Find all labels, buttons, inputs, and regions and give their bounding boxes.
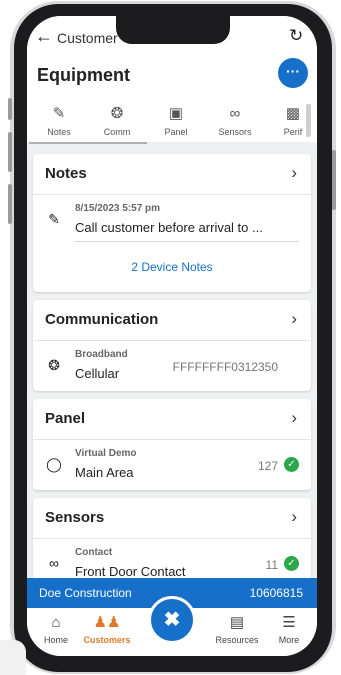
tab-comm[interactable]: ❂ Comm (89, 104, 145, 137)
panel-type: Virtual Demo (75, 448, 137, 459)
chevron-right-icon[interactable]: › (291, 309, 297, 329)
edit-icon: ✎ (48, 211, 60, 227)
sensor-type: Contact (75, 547, 113, 558)
back-arrow-icon[interactable]: ← (35, 26, 53, 47)
antenna-icon: ❂ (48, 357, 60, 373)
note-date: 8/15/2023 5:57 pm (75, 203, 161, 214)
sensor-value: 11 (265, 558, 278, 572)
divider (75, 241, 299, 242)
tab-indicator (29, 142, 147, 144)
tab-notes[interactable]: ✎ Notes (31, 104, 87, 137)
nav-customers[interactable]: ♟♟ Customers (77, 614, 137, 645)
tab-scrollbar[interactable] (306, 104, 311, 137)
shield-icon: ◯ (46, 456, 62, 472)
ellipsis-icon: ··· (286, 63, 300, 79)
people-icon: ♟♟ (93, 614, 121, 631)
tools-icon: ✖ (163, 609, 181, 631)
section-tabs: ✎ Notes ❂ Comm ▣ Panel ∞ Sensors ▩ Perif (27, 104, 317, 144)
tab-label: Sensors (218, 127, 252, 137)
app-screen: ← Customer ↻ Equipment ··· ✎ Notes ❂ Com… (27, 16, 317, 656)
note-text: Call customer before arrival to ... (75, 220, 263, 235)
notes-title: Notes (45, 165, 87, 182)
tab-label: Panel (164, 127, 188, 137)
sensors-title: Sensors (45, 509, 105, 526)
check-circle-icon: ✓ (284, 457, 299, 472)
nav-resources[interactable]: ▤ Resources (207, 614, 267, 645)
customer-name: Doe Construction (39, 586, 132, 600)
chevron-right-icon[interactable]: › (291, 163, 297, 183)
communication-header[interactable]: Communication › (33, 300, 311, 341)
back-label[interactable]: Customer (57, 30, 118, 46)
panel-item[interactable]: ◯ Virtual Demo Main Area 127 ✓ (33, 440, 311, 492)
power-button (332, 150, 336, 210)
nav-label: Customers (83, 635, 131, 645)
tab-sensors[interactable]: ∞ Sensors (207, 104, 263, 137)
camera-notch (116, 16, 230, 44)
communication-card: Communication › ❂ Broadband Cellular FFF… (33, 300, 311, 391)
communication-item[interactable]: ❂ Broadband Cellular FFFFFFFF0312350 (33, 341, 311, 393)
tab-label: Notes (47, 127, 71, 137)
sensors-header[interactable]: Sensors › (33, 498, 311, 539)
more-options-button[interactable]: ··· (278, 58, 308, 88)
panel-header[interactable]: Panel › (33, 399, 311, 440)
notes-header[interactable]: Notes › (33, 154, 311, 195)
menu-icon: ☰ (282, 614, 296, 631)
antenna-icon: ❂ (110, 105, 124, 122)
customer-number: 10606815 (249, 586, 303, 600)
communication-type: Broadband (75, 349, 128, 360)
panel-icon: ▣ (168, 105, 184, 122)
sensor-name: Front Door Contact (75, 564, 186, 579)
communication-title: Communication (45, 311, 159, 328)
tab-panel[interactable]: ▣ Panel (148, 104, 204, 137)
nav-label: Resources (215, 635, 259, 645)
communication-name: Cellular (75, 366, 120, 381)
chevron-right-icon[interactable]: › (291, 507, 297, 527)
check-circle-icon: ✓ (284, 556, 299, 571)
panel-name: Main Area (75, 465, 134, 480)
panel-card: Panel › ◯ Virtual Demo Main Area 127 ✓ (33, 399, 311, 490)
background-shape (0, 640, 26, 675)
page-title: Equipment (37, 65, 130, 85)
volume-down-button (8, 184, 12, 224)
nav-more[interactable]: ☰ More (259, 614, 317, 645)
edit-icon: ✎ (52, 105, 66, 122)
note-item[interactable]: ✎ 8/15/2023 5:57 pm Call customer before… (33, 195, 311, 247)
tab-label: Comm (103, 127, 131, 137)
panel-title: Panel (45, 410, 86, 427)
notes-card: Notes › ✎ 8/15/2023 5:57 pm Call custome… (33, 154, 311, 292)
volume-up-button (8, 132, 12, 172)
refresh-icon[interactable]: ↻ (289, 26, 303, 46)
sensors-card: Sensors › ∞ Contact Front Door Contact 1… (33, 498, 311, 589)
nav-label: More (278, 635, 300, 645)
bottom-nav: ⌂ Home ♟♟ Customers ✖ ▤ Resources ☰ More (27, 596, 317, 656)
communication-id: FFFFFFFF0312350 (172, 360, 278, 374)
link-icon: ∞ (229, 105, 241, 122)
tools-button[interactable]: ✖ (148, 596, 196, 644)
device-notes-link[interactable]: 2 Device Notes (33, 260, 311, 274)
panel-value: 127 (257, 459, 278, 473)
mute-switch (8, 98, 12, 120)
chevron-right-icon[interactable]: › (291, 408, 297, 428)
book-icon: ▤ (229, 614, 245, 631)
link-icon: ∞ (49, 555, 59, 571)
